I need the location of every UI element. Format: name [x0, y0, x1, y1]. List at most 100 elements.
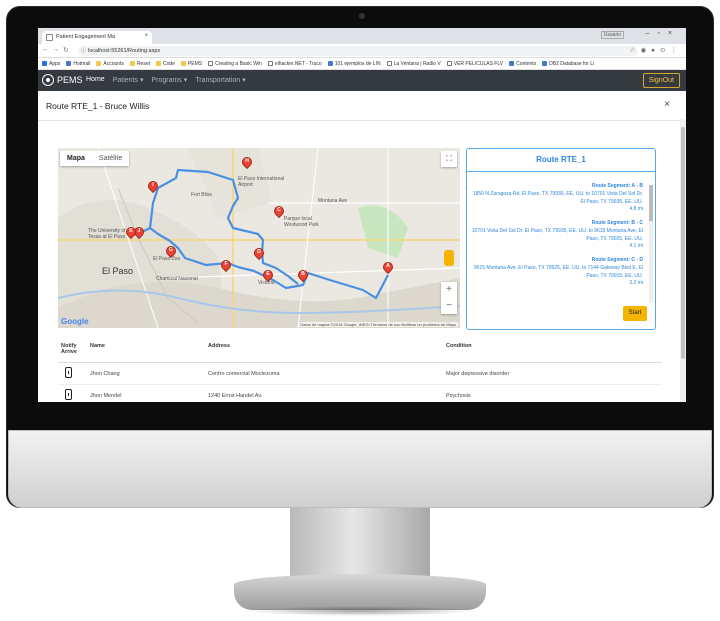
google-logo: Google	[61, 317, 89, 326]
phone-icon[interactable]	[65, 367, 72, 378]
bookmark-item[interactable]: PEMS	[180, 61, 202, 67]
bookmark-item[interactable]: Hotmail	[66, 61, 90, 67]
monitor-stand-neck	[290, 508, 430, 578]
map-pin-e[interactable]: E	[260, 267, 276, 283]
header-address: Address	[208, 343, 231, 349]
patient-address: 1240 Ernst Handel Av.	[208, 392, 263, 399]
url-text: localhost:55261/Routing.aspx	[88, 48, 161, 54]
map-tab-mapa[interactable]: Mapa	[60, 151, 92, 166]
map-label-park: Parque local Westwood Park	[284, 216, 319, 228]
tab-title: Patient Engagement Ma	[56, 34, 116, 40]
scrollbar-thumb[interactable]	[681, 127, 685, 359]
notify-cell	[58, 389, 90, 402]
folder-icon	[129, 61, 135, 66]
bookmark-item[interactable]: Apps	[42, 61, 60, 67]
back-icon[interactable]: ←	[42, 46, 49, 53]
route-map[interactable]: El Paso El Paso International Airport Fo…	[58, 148, 460, 328]
folder-icon	[180, 61, 186, 66]
address-bar-row: ← → ↻ ⓘ localhost:55261/Routing.aspx ☆◉●…	[38, 44, 686, 58]
nav-home[interactable]: Home	[86, 76, 105, 84]
bookmark-item[interactable]: La Ventana | Radio V	[386, 61, 441, 67]
page-icon	[509, 61, 515, 66]
header-notify-arrive: Notify Arrive	[61, 343, 77, 355]
monitor-chin	[8, 430, 712, 508]
page-favicon-icon	[46, 34, 53, 41]
map-pin-a[interactable]: A	[380, 259, 396, 275]
map-pin-k[interactable]: K	[123, 224, 139, 240]
route-segment: Route Segment: B - C 10701 Vista Del Sol…	[471, 220, 643, 250]
close-icon[interactable]: ×	[664, 99, 670, 110]
map-type-tabs: Mapa Satélite	[60, 151, 130, 166]
stand-shadow	[244, 606, 476, 616]
bookmark-item[interactable]: Code	[156, 61, 175, 67]
pems-logo-icon	[42, 74, 54, 86]
forward-icon[interactable]: →	[52, 46, 59, 53]
map-pin-c[interactable]: C	[271, 203, 287, 219]
nav-patients[interactable]: Patients ▾	[113, 76, 144, 84]
modal-header: Route RTE_1 - Bruce Willis ×	[38, 91, 686, 121]
map-attribution: Datos de mapas ©2018 Google, INEGI Térmi…	[298, 322, 458, 327]
zoom-in-button[interactable]: +	[441, 282, 457, 298]
map-label-airport: El Paso International Airport	[238, 176, 285, 188]
patients-table: Notify Arrive Name Address Condition Jho…	[58, 340, 662, 402]
map-tab-satelite[interactable]: Satélite	[92, 151, 129, 166]
fullscreen-icon[interactable]: ⛶	[441, 151, 457, 167]
url-field[interactable]: ⓘ localhost:55261/Routing.aspx	[78, 46, 638, 56]
close-tab-icon[interactable]: ×	[144, 33, 148, 39]
map-pin-b[interactable]: B	[295, 267, 311, 283]
page-scrollbar[interactable]	[680, 119, 686, 402]
bookmark-item[interactable]: Reset	[129, 61, 150, 67]
header-condition: Condition	[446, 343, 472, 349]
route-list-scrollbar[interactable]	[649, 185, 653, 303]
start-button[interactable]: Start	[623, 306, 647, 321]
nav-programs[interactable]: Programs ▾	[151, 76, 187, 84]
panel-divider	[467, 171, 655, 172]
map-pin-g[interactable]: G	[163, 243, 179, 259]
extension-icons[interactable]: ☆◉●⊙⋮	[630, 46, 682, 54]
bookmark-item[interactable]: Creating a Basic Win	[208, 61, 262, 67]
map-label-montana: Montana Ave	[318, 198, 348, 204]
browser-titlebar: Patient Engagement Ma × Usuario –▫×	[38, 28, 686, 44]
map-pin-h[interactable]: H	[239, 154, 255, 170]
folder-icon	[96, 61, 102, 66]
patient-condition: Major depressive disorder	[446, 370, 510, 377]
bookmark-item[interactable]: Contents	[509, 61, 536, 67]
caret-down-icon: ▾	[183, 77, 188, 84]
signout-button[interactable]: SignOut	[642, 73, 680, 88]
map-pin-d[interactable]: D	[251, 245, 267, 261]
map-pin-f[interactable]: F	[218, 257, 234, 273]
camera-icon	[359, 13, 365, 19]
bookmark-item[interactable]: 101 ejemplos de LIN	[327, 61, 381, 67]
route-segment: Route Segment: C - D 9615 Montana Ave, E…	[473, 257, 643, 287]
page-icon	[267, 61, 273, 66]
patient-address: Centro comercial Moctezuma	[208, 370, 280, 377]
apps-icon	[42, 61, 47, 66]
notify-cell	[58, 367, 90, 380]
profile-button[interactable]: Usuario	[600, 31, 624, 39]
reload-icon[interactable]: ↻	[63, 46, 69, 54]
map-label-utep: The University of Texas at El Paso	[88, 228, 126, 240]
bookmark-item[interactable]: VER PELICULAS FLV	[446, 61, 503, 67]
caret-down-icon: ▾	[139, 77, 144, 84]
browser-tab[interactable]: Patient Engagement Ma ×	[42, 31, 152, 44]
screen: Patient Engagement Ma × Usuario –▫× ← → …	[38, 28, 686, 402]
modal-title: Route RTE_1 - Bruce Willis	[46, 101, 150, 111]
brand-name: PEMS	[57, 75, 83, 85]
nav-transportation[interactable]: Transportation ▾	[195, 76, 245, 84]
bookmark-item[interactable]: elhacker.NET - Truco	[267, 61, 322, 67]
street-view-pegman-icon[interactable]	[444, 250, 454, 266]
scrollbar-thumb[interactable]	[649, 185, 653, 221]
brand[interactable]: PEMS	[42, 74, 83, 86]
map-pin-i[interactable]: I	[145, 178, 161, 194]
window-controls[interactable]: –▫×	[646, 30, 680, 37]
route-panel-title: Route RTE_1	[536, 155, 586, 164]
info-icon[interactable]: ⓘ	[81, 47, 86, 54]
patient-name: Jhon Mendel	[90, 392, 122, 399]
route-panel: Route RTE_1 Route Segment: A - B 1850 N …	[466, 148, 656, 330]
phone-icon[interactable]	[65, 389, 72, 400]
bookmark-item[interactable]: Accounts	[96, 61, 124, 67]
map-label-chamizal: Chamizal Nacional	[156, 276, 198, 282]
route-segment-list[interactable]: Route Segment: A - B 1850 N Zaragoza Rd,…	[467, 183, 651, 301]
bookmark-item[interactable]: DB2 Database for Li	[542, 61, 594, 67]
zoom-out-button[interactable]: −	[441, 298, 457, 314]
